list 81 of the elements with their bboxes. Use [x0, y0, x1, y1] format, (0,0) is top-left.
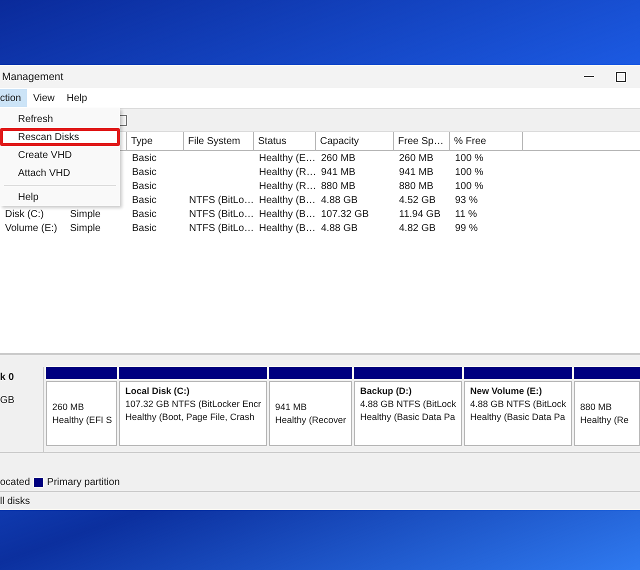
menu-item[interactable]: Help: [0, 188, 120, 206]
partition-info: Healthy (Basic Data Pa: [360, 411, 456, 424]
partition-box[interactable]: 260 MB Healthy (EFI S: [46, 381, 118, 446]
table-cell: Simple: [70, 222, 101, 234]
partition-info: Healthy (Recover: [275, 414, 346, 426]
table-cell: Basic: [132, 166, 156, 178]
menu-item[interactable]: Create VHD: [0, 146, 120, 164]
table-cell: Basic: [132, 152, 156, 164]
column-header[interactable]: File System: [184, 132, 254, 150]
menu-item[interactable]: Refresh: [0, 110, 120, 128]
partition-info: 4.88 GB NTFS (BitLock: [360, 398, 456, 411]
table-cell: 941 MB: [399, 166, 434, 178]
partition-info: 941 MB: [275, 400, 308, 414]
menu-item[interactable]: Help: [60, 89, 94, 107]
table-cell: Basic: [132, 222, 156, 234]
table-cell: 11.94 GB: [399, 208, 441, 220]
menu-item[interactable]: ction: [0, 89, 28, 107]
disk-size: GB: [0, 395, 16, 406]
table-cell: 880 MB: [321, 180, 356, 192]
menu-item[interactable]: Rescan Disks: [0, 128, 120, 146]
table-cell: 100 %: [455, 166, 484, 178]
table-cell: Healthy (R…: [259, 180, 316, 192]
partition-info: 880 MB: [580, 400, 613, 414]
legend-label: ocated: [0, 477, 30, 488]
table-cell: Healthy (E…: [259, 152, 316, 164]
table-cell: NTFS (BitLo…: [189, 222, 254, 234]
table-cell: 880 MB: [399, 180, 434, 192]
table-cell: 4.52 GB: [399, 194, 436, 206]
partition-box[interactable]: 941 MB Healthy (Recover: [269, 381, 352, 446]
partition-info: Healthy (Re: [580, 414, 630, 426]
partition-name: Backup (D:): [360, 385, 413, 398]
partition-info: Healthy (EFI S: [52, 414, 112, 426]
table-cell: Basic: [132, 208, 156, 220]
table-cell: Volume (E:): [5, 222, 58, 234]
partition-info: Healthy (Boot, Page File, Crash: [125, 411, 256, 424]
partition-bar: [46, 367, 118, 379]
table-cell: Healthy (B…: [259, 194, 316, 206]
table-cell: 100 %: [455, 152, 484, 164]
partition-info: Healthy (Basic Data Pa: [470, 411, 566, 424]
table-cell: NTFS (BitLo…: [189, 208, 254, 220]
partition-box[interactable]: New Volume (E:) 4.88 GB NTFS (BitLock Healthy (Basic Data Pa: [464, 381, 572, 446]
menu-item[interactable]: Attach VHD: [0, 164, 120, 182]
window-title: Management: [2, 70, 64, 82]
table-cell: 260 MB: [321, 152, 356, 164]
table-cell: 4.82 GB: [399, 222, 436, 234]
column-header[interactable]: Capacity: [316, 132, 394, 150]
status-text: ll disks: [0, 496, 30, 506]
column-header[interactable]: Status: [254, 132, 316, 150]
maximize-icon[interactable]: [616, 72, 626, 82]
menu-item[interactable]: View: [27, 89, 61, 107]
partition-bar: [574, 367, 640, 379]
disk-name: k 0: [0, 372, 15, 383]
partition-name: Local Disk (C:): [125, 385, 191, 398]
table-cell: 941 MB: [321, 166, 356, 178]
partition-name: New Volume (E:): [470, 385, 543, 398]
table-cell: Healthy (B…: [259, 222, 316, 234]
column-header[interactable]: Type: [127, 132, 184, 150]
table-cell: Healthy (B…: [259, 208, 316, 220]
table-cell: 99 %: [455, 222, 478, 234]
column-header[interactable]: % Free: [450, 132, 523, 150]
table-cell: 4.88 GB: [321, 222, 358, 234]
partition-box[interactable]: Local Disk (C:) 107.32 GB NTFS (BitLocker Encr Healthy (Boot, Page File, Crash: [119, 381, 268, 446]
table-cell: Basic: [132, 180, 156, 192]
table-cell: Healthy (R…: [259, 166, 316, 178]
table-cell: 107.32 GB: [321, 208, 369, 220]
table-cell: 100 %: [455, 180, 484, 192]
partition-info: 107.32 GB NTFS (BitLocker Encr: [125, 398, 262, 411]
table-cell: Simple: [70, 208, 101, 220]
partition-info: 4.88 GB NTFS (BitLock: [470, 398, 566, 411]
table-cell: 4.88 GB: [321, 194, 358, 206]
partition-box[interactable]: Backup (D:) 4.88 GB NTFS (BitLock Healthy (Basic Data Pa: [354, 381, 462, 446]
partition-info: 260 MB: [52, 400, 85, 414]
table-cell: 260 MB: [399, 152, 434, 164]
table-cell: 11 %: [455, 208, 478, 220]
table-cell: Basic: [132, 194, 156, 206]
table-cell: NTFS (BitLo…: [189, 194, 254, 206]
partition-box[interactable]: 880 MB Healthy (Re: [574, 381, 640, 446]
table-cell: Disk (C:): [5, 208, 44, 220]
column-header[interactable]: Free Sp…: [394, 132, 450, 150]
legend-label: Primary partition: [47, 477, 120, 488]
table-cell: 93 %: [455, 194, 478, 206]
